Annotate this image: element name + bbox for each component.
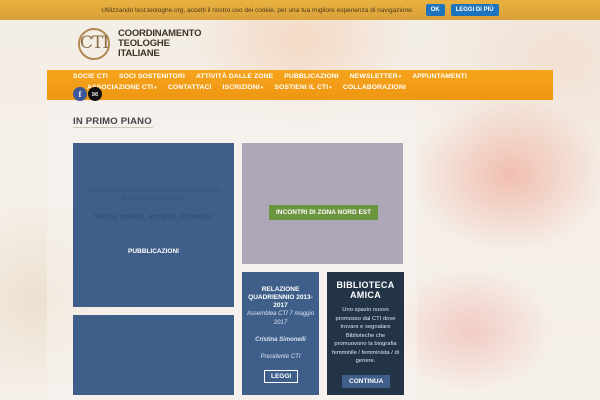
cookie-read-more-button[interactable]: LEGGI DI PIÙ [450, 4, 499, 16]
nav-item-newsletter[interactable]: NEWSLETTER▾ [350, 73, 401, 80]
nav-item-sostieni-il-cti[interactable]: SOSTIENI IL CTI▾ [274, 84, 332, 91]
nav-item-pubblicazioni[interactable]: PUBBLICAZIONI [284, 73, 339, 80]
tile-biblioteca-amica[interactable]: BIBLIOTECA AMICA Uno spazio nuovo promos… [327, 272, 404, 395]
tile-relazione[interactable]: RELAZIONE QUADRIENNIO 2013-2017 Assemble… [242, 272, 319, 395]
cookie-message: Utilizzando test.teologhe.org, accetti i… [101, 6, 414, 14]
nav-item-attivita-dalle-zone[interactable]: ATTIVITÀ DALLE ZONE [196, 73, 273, 80]
nav-item-soci-sostenitori[interactable]: SOCI SOSTENITORI [119, 73, 185, 80]
logo-mark: CTI [76, 24, 116, 64]
chevron-down-icon: ▾ [154, 85, 157, 91]
cookie-ok-button[interactable]: OK [425, 4, 445, 16]
tile-pubblicazioni-description: Il catalogo completo delle pubblicazioni… [86, 188, 221, 202]
nav-row-2: ASSOCIAZIONE CTI▾ CONTATTACI ISCRIZIONI▾… [87, 84, 417, 91]
nav-item-collaborazioni[interactable]: COLLABORAZIONI [343, 84, 406, 91]
tile-placeholder[interactable] [73, 315, 234, 395]
section-title: IN PRIMO PIANO [73, 116, 152, 127]
continua-button[interactable]: CONTINUA [342, 375, 391, 388]
nav-item-iscrizioni[interactable]: ISCRIZIONI▾ [222, 84, 263, 91]
logo-line-3: ITALIANE [118, 48, 160, 59]
chevron-down-icon: ▾ [398, 74, 402, 80]
tile-pubblicazioni[interactable]: Il catalogo completo delle pubblicazioni… [73, 143, 234, 307]
incontri-zona-nord-est-button[interactable]: INCONTRI DI ZONA NORD EST [269, 205, 379, 220]
chevron-down-icon: ▾ [329, 85, 332, 91]
main-navigation: SOCIE CTI SOCI SOSTENITORI ATTIVITÀ DALL… [47, 70, 553, 100]
relazione-title: RELAZIONE QUADRIENNIO 2013-2017 [248, 286, 313, 309]
mail-icon[interactable]: ✉ [88, 87, 102, 101]
biblioteca-text: Uno spazio nuovo promosso dal CTI dove t… [331, 307, 399, 364]
logo-mark-text: CTI [80, 33, 109, 53]
tile-pubblicazioni-quote: Vocho voluto, scripto, ricevuto! [93, 212, 214, 221]
biblioteca-title: BIBLIOTECA AMICA [336, 280, 395, 300]
cookie-bar: Utilizzando test.teologhe.org, accetti i… [0, 0, 600, 20]
chevron-down-icon: ▾ [260, 85, 264, 91]
relazione-role: Presidente CTI [260, 354, 301, 360]
relazione-subtitle: Assemblea CTI 7 maggio 2017 [246, 311, 315, 326]
leggi-button[interactable]: LEGGI [264, 370, 299, 383]
nav-item-contattaci[interactable]: CONTATTACI [168, 84, 212, 91]
site-logo[interactable]: CTI COORDINAMENTO TEOLOGHE ITALIANE [76, 24, 201, 64]
nav-item-appuntamenti[interactable]: APPUNTAMENTI [412, 73, 467, 80]
section-divider [73, 127, 153, 128]
tile-incontri[interactable]: INCONTRI DI ZONA NORD EST [242, 143, 403, 264]
relazione-author: Cristina Simonelli [255, 337, 306, 343]
tile-pubblicazioni-label[interactable]: PUBBLICAZIONI [73, 248, 234, 255]
nav-row-1: SOCIE CTI SOCI SOSTENITORI ATTIVITÀ DALL… [73, 73, 478, 80]
facebook-icon[interactable]: f [73, 87, 87, 101]
logo-text: COORDINAMENTO TEOLOGHE ITALIANE [118, 29, 201, 59]
nav-item-socie-cti[interactable]: SOCIE CTI [73, 73, 108, 80]
